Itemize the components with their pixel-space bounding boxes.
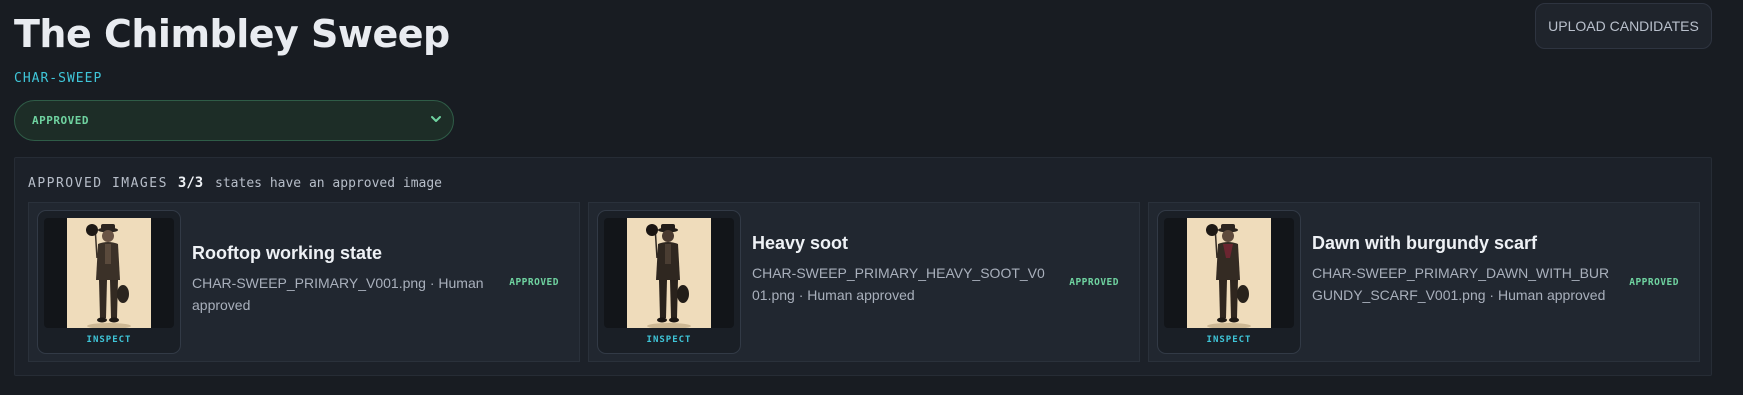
- chimney-sweep-image: [627, 218, 711, 328]
- card-title: Dawn with burgundy scarf: [1312, 233, 1538, 253]
- approved-count: 3/3: [177, 175, 204, 191]
- thumbnail-frame: [1164, 218, 1294, 328]
- thumbnail-frame: [604, 218, 734, 328]
- card-title: Rooftop working state: [192, 243, 382, 263]
- upload-candidates-button[interactable]: UPLOAD CANDIDATES: [1535, 3, 1712, 49]
- approved-card: INSPECT Rooftop working state CHAR-SWEEP…: [28, 202, 580, 362]
- chevron-down-icon: [429, 111, 443, 130]
- approved-card: INSPECT Dawn with burgundy scarf CHAR-SW…: [1148, 202, 1700, 362]
- chimney-sweep-image: [1187, 218, 1271, 328]
- approved-images-panel: APPROVED IMAGES 3/3 states have an approv…: [14, 157, 1712, 376]
- thumbnail-inspect-button[interactable]: INSPECT: [1157, 210, 1301, 354]
- approved-images-label: APPROVED IMAGES: [28, 176, 168, 191]
- approved-images-header: APPROVED IMAGES 3/3 states have an approv…: [28, 175, 442, 191]
- inspect-label: INSPECT: [86, 335, 132, 345]
- inspect-label: INSPECT: [646, 335, 692, 345]
- status-badge: APPROVED: [1069, 277, 1119, 288]
- status-select[interactable]: APPROVED: [14, 100, 454, 141]
- approved-summary: states have an approved image: [215, 176, 443, 191]
- thumbnail-frame: [44, 218, 174, 328]
- thumbnail-inspect-button[interactable]: INSPECT: [597, 210, 741, 354]
- page-title: The Chimbley Sweep: [14, 12, 450, 56]
- status-badge: APPROVED: [509, 277, 559, 288]
- inspect-label: INSPECT: [1206, 335, 1252, 345]
- card-filename: CHAR-SWEEP_PRIMARY_V001.png · Human appr…: [192, 275, 484, 313]
- status-badge: APPROVED: [1629, 277, 1679, 288]
- chimney-sweep-image: [67, 218, 151, 328]
- approved-card: INSPECT Heavy soot CHAR-SWEEP_PRIMARY_HE…: [588, 202, 1140, 362]
- thumbnail-inspect-button[interactable]: INSPECT: [37, 210, 181, 354]
- card-filename: CHAR-SWEEP_PRIMARY_DAWN_WITH_BURGUNDY_SC…: [1312, 265, 1610, 303]
- status-select-value: APPROVED: [32, 114, 89, 127]
- character-code: CHAR-SWEEP: [14, 71, 103, 86]
- card-title: Heavy soot: [752, 233, 849, 253]
- card-filename: CHAR-SWEEP_PRIMARY_HEAVY_SOOT_V001.png ·…: [752, 265, 1045, 303]
